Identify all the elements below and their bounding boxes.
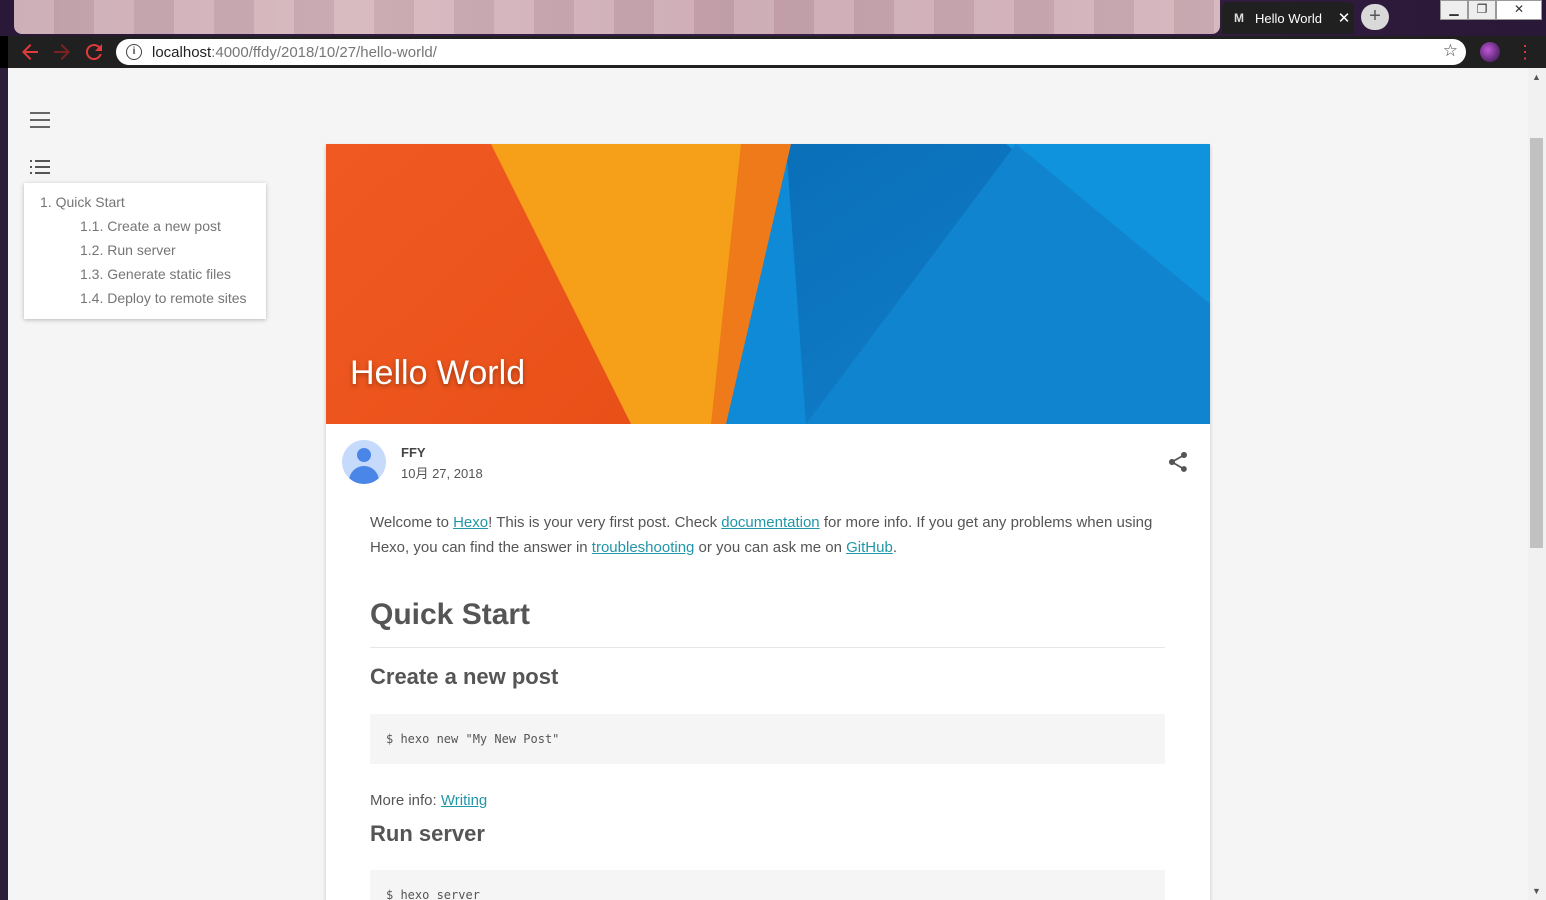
menu-icon[interactable] (30, 112, 50, 133)
reload-icon[interactable] (82, 40, 106, 64)
heading-quick-start: Quick Start (370, 598, 531, 631)
toc-number: 1.3. (80, 266, 104, 282)
troubleshooting-link[interactable]: troubleshooting (592, 539, 695, 556)
toc-item-generate-static[interactable]: 1.3. Generate static files (80, 266, 231, 282)
intro-text: Welcome to (370, 514, 454, 531)
toc-item-create-post[interactable]: 1.1. Create a new post (80, 218, 221, 234)
toc-item-deploy[interactable]: 1.4. Deploy to remote sites (80, 290, 247, 306)
code-block-server: $ hexo server (370, 870, 1165, 900)
minimize-button[interactable]: ▁ (1440, 0, 1468, 20)
toc-number: 1.4. (80, 290, 104, 306)
forward-arrow-icon[interactable] (50, 40, 74, 64)
more-info-label: More info: (370, 792, 441, 809)
tab-favicon-icon: M (1234, 11, 1244, 25)
scroll-up-icon[interactable]: ▲ (1532, 72, 1541, 82)
toc-item-run-server[interactable]: 1.2. Run server (80, 242, 176, 258)
writing-link[interactable]: Writing (441, 792, 487, 809)
table-of-contents: 1. Quick Start 1.1. Create a new post 1.… (24, 183, 266, 319)
intro-text: ! This is your very first post. Check (488, 514, 722, 531)
page-scrollbar[interactable]: ▲ ▼ (1528, 68, 1546, 900)
tab-strip: M Hello World ✕ + ▁ ❐ ✕ (0, 0, 1546, 36)
tab-close-icon[interactable]: ✕ (1334, 9, 1354, 27)
post-hero-image: Hello World (326, 144, 1210, 424)
toc-label: Generate static files (107, 266, 231, 282)
close-window-button[interactable]: ✕ (1496, 0, 1542, 20)
tab-hello-world[interactable]: M Hello World ✕ (1222, 2, 1354, 34)
star-icon[interactable]: ☆ (1443, 41, 1458, 61)
toc-number: 1.2. (80, 242, 104, 258)
github-link[interactable]: GitHub (846, 539, 893, 556)
heading-create-post: Create a new post (370, 664, 559, 689)
scroll-down-icon[interactable]: ▼ (1532, 886, 1541, 896)
documentation-link[interactable]: documentation (721, 514, 819, 531)
info-icon[interactable]: i (126, 44, 142, 60)
profile-avatar-icon[interactable] (1480, 42, 1500, 62)
toc-label: Quick Start (55, 194, 125, 210)
toc-list-icon[interactable] (30, 158, 50, 176)
scroll-thumb[interactable] (1530, 138, 1543, 548)
intro-text: . (892, 539, 897, 556)
blurred-tabs[interactable] (14, 0, 1220, 34)
url-host: localhost (152, 43, 212, 61)
heading-run-server: Run server (370, 821, 485, 846)
author-name: FFY (401, 445, 426, 460)
post-content: Welcome to Hexo! This is your very first… (370, 510, 1165, 900)
hexo-link[interactable]: Hexo (453, 514, 488, 531)
tab-title: Hello World (1255, 10, 1322, 26)
browser-menu-icon[interactable]: ⋮ (1516, 40, 1534, 64)
toc-item-quick-start[interactable]: 1. Quick Start (40, 194, 125, 210)
toc-label: Run server (107, 242, 176, 258)
intro-paragraph: Welcome to Hexo! This is your very first… (370, 510, 1165, 560)
avatar-icon (342, 440, 386, 484)
browser-toolbar: i localhost:4000/ffdy/2018/10/27/hello-w… (8, 36, 1546, 68)
url-path: :4000/ffdy/2018/10/27/hello-world/ (211, 43, 437, 61)
share-icon[interactable] (1166, 450, 1190, 474)
post-card: Hello World FFY 10月 27, 2018 Welcome to … (326, 144, 1210, 900)
intro-text: or you can ask me on (694, 539, 847, 556)
toc-label: Create a new post (107, 218, 221, 234)
post-date: 10月 27, 2018 (401, 466, 483, 481)
page-viewport: 1. Quick Start 1.1. Create a new post 1.… (8, 68, 1528, 900)
window-edge (0, 68, 8, 900)
post-title: Hello World (350, 354, 526, 392)
code-block-new-post: $ hexo new "My New Post" (370, 714, 1165, 764)
back-arrow-icon[interactable] (18, 40, 42, 64)
more-info: More info: Writing (370, 792, 487, 809)
new-tab-button[interactable]: + (1361, 4, 1389, 30)
toc-label: Deploy to remote sites (107, 290, 247, 306)
address-bar[interactable]: i localhost:4000/ffdy/2018/10/27/hello-w… (116, 39, 1466, 65)
toc-number: 1. (40, 194, 52, 210)
heading-divider (370, 647, 1165, 648)
toc-number: 1.1. (80, 218, 104, 234)
restore-button[interactable]: ❐ (1468, 0, 1496, 20)
